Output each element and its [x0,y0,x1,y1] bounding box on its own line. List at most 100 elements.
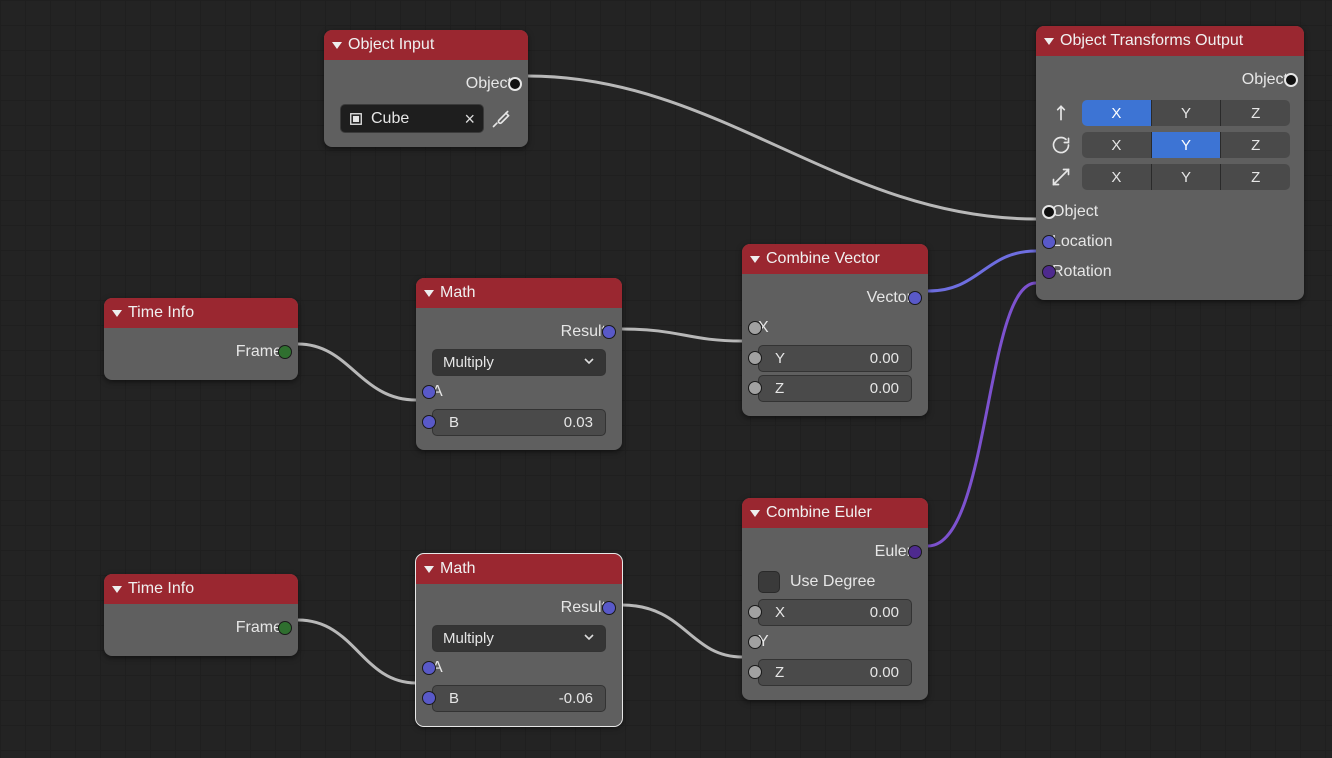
output-vector: Vector [756,284,914,312]
input-z-value[interactable]: Z 0.00 [758,375,912,402]
socket-object-in[interactable] [1042,205,1056,219]
input-y: Y 0.00 [756,344,914,372]
clear-icon[interactable]: × [464,110,475,128]
node-title: Object Transforms Output [1060,32,1243,50]
chevron-down-icon [583,630,595,647]
node-header[interactable]: Math [416,554,622,584]
socket-x-in[interactable] [748,321,762,335]
use-degree-checkbox[interactable] [758,571,780,593]
rot-y-toggle[interactable]: Y [1152,132,1222,158]
input-location: Location [1050,228,1290,256]
node-title: Time Info [128,304,194,322]
scl-x-toggle[interactable]: X [1082,164,1152,190]
operation-select-row: Multiply [430,348,608,376]
socket-vector-out[interactable] [908,291,922,305]
socket-a-in[interactable] [422,661,436,675]
node-title: Object Input [348,36,434,54]
scl-z-toggle[interactable]: Z [1221,164,1290,190]
input-x-value[interactable]: X 0.00 [758,599,912,626]
node-header[interactable]: Combine Vector [742,244,928,274]
socket-rotation-in[interactable] [1042,265,1056,279]
collapse-icon[interactable] [112,586,122,593]
socket-b-in[interactable] [422,691,436,705]
node-object-input[interactable]: Object Input Object Cube × [324,30,528,147]
output-euler: Euler [756,538,914,566]
socket-object-out[interactable] [1284,73,1298,87]
collapse-icon[interactable] [750,510,760,517]
chevron-down-icon [583,354,595,371]
loc-z-toggle[interactable]: Z [1221,100,1290,126]
node-title: Time Info [128,580,194,598]
socket-a-in[interactable] [422,385,436,399]
scale-channels: X Y Z [1050,164,1290,190]
input-rotation: Rotation [1050,258,1290,286]
input-b-value[interactable]: B 0.03 [432,409,606,436]
socket-frame-out[interactable] [278,345,292,359]
socket-euler-out[interactable] [908,545,922,559]
node-time-info-1[interactable]: Time Info Frame [104,298,298,380]
input-b: B -0.06 [430,684,608,712]
collapse-icon[interactable] [332,42,342,49]
input-b: B 0.03 [430,408,608,436]
operation-select-row: Multiply [430,624,608,652]
node-time-info-2[interactable]: Time Info Frame [104,574,298,656]
rot-seg: X Y Z [1082,132,1290,158]
node-combine-euler[interactable]: Combine Euler Euler Use Degree X 0.00 Y … [742,498,928,700]
socket-z-in[interactable] [748,665,762,679]
node-header[interactable]: Math [416,278,622,308]
output-result: Result [430,594,608,622]
socket-y-in[interactable] [748,351,762,365]
output-frame: Frame [118,614,284,642]
rotation-channels: X Y Z [1050,132,1290,158]
node-header[interactable]: Combine Euler [742,498,928,528]
output-object: Object [338,70,514,98]
collapse-icon[interactable] [1044,38,1054,45]
scl-seg: X Y Z [1082,164,1290,190]
socket-result-out[interactable] [602,601,616,615]
node-header[interactable]: Object Input [324,30,528,60]
socket-object-out[interactable] [508,77,522,91]
node-header[interactable]: Object Transforms Output [1036,26,1304,56]
operation-dropdown[interactable]: Multiply [432,349,606,376]
rot-z-toggle[interactable]: Z [1221,132,1290,158]
input-y: Y [756,628,914,656]
output-frame: Frame [118,338,284,366]
operation-dropdown[interactable]: Multiply [432,625,606,652]
input-a: A [430,378,608,406]
socket-z-in[interactable] [748,381,762,395]
eyedropper-icon[interactable] [490,108,512,130]
input-z: Z 0.00 [756,658,914,686]
object-field[interactable]: Cube × [340,104,484,133]
node-combine-vector[interactable]: Combine Vector Vector X Y 0.00 Z 0.00 [742,244,928,416]
socket-frame-out[interactable] [278,621,292,635]
socket-y-in[interactable] [748,635,762,649]
input-y-value[interactable]: Y 0.00 [758,345,912,372]
scale-icon [1050,166,1072,188]
scl-y-toggle[interactable]: Y [1152,164,1222,190]
socket-b-in[interactable] [422,415,436,429]
node-header[interactable]: Time Info [104,574,298,604]
loc-seg: X Y Z [1082,100,1290,126]
node-math-2[interactable]: Math Result Multiply A B -0.06 [416,554,622,726]
socket-location-in[interactable] [1042,235,1056,249]
collapse-icon[interactable] [750,256,760,263]
rot-x-toggle[interactable]: X [1082,132,1152,158]
collapse-icon[interactable] [424,566,434,573]
input-x: X 0.00 [756,598,914,626]
node-object-transforms-output[interactable]: Object Transforms Output Object X Y Z [1036,26,1304,300]
input-x: X [756,314,914,342]
location-icon [1050,102,1072,124]
node-header[interactable]: Time Info [104,298,298,328]
socket-result-out[interactable] [602,325,616,339]
rotation-icon [1050,134,1072,156]
collapse-icon[interactable] [112,310,122,317]
input-b-value[interactable]: B -0.06 [432,685,606,712]
object-picker-row: Cube × [338,104,514,133]
loc-x-toggle[interactable]: X [1082,100,1152,126]
collapse-icon[interactable] [424,290,434,297]
node-math-1[interactable]: Math Result Multiply A B 0.03 [416,278,622,450]
loc-y-toggle[interactable]: Y [1152,100,1222,126]
input-z-value[interactable]: Z 0.00 [758,659,912,686]
socket-x-in[interactable] [748,605,762,619]
use-degree-row: Use Degree [756,568,914,596]
